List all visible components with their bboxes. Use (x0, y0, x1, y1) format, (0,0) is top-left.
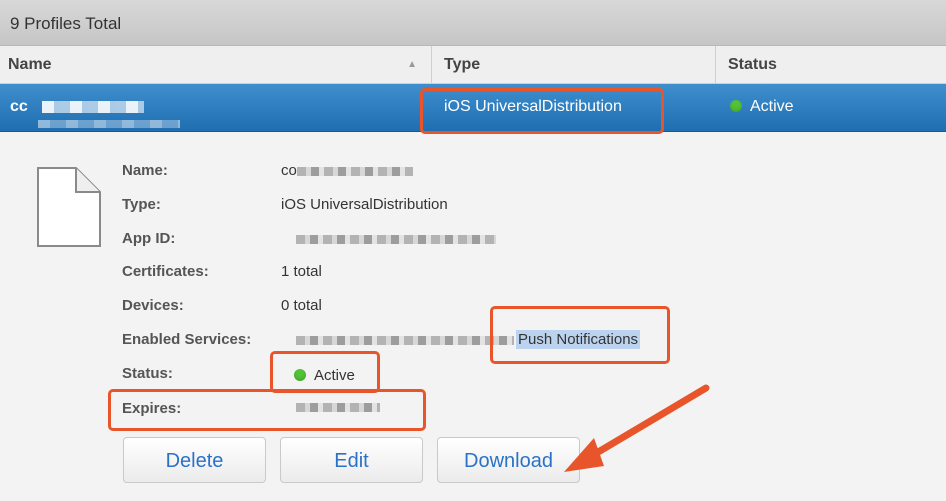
redacted-profile-name (42, 101, 144, 113)
column-name-label: Name (8, 56, 52, 73)
detail-expires-label: Expires: (122, 400, 182, 417)
redacted-app-id (296, 235, 496, 244)
profiles-total-label: 9 Profiles Total (10, 14, 122, 33)
push-notifications-highlight: Push Notifications (516, 330, 641, 349)
column-header-status[interactable]: Status (716, 46, 946, 84)
detail-devices-label: Devices: (122, 297, 184, 314)
table-header: Name ▲ Type Status (0, 46, 946, 84)
column-type-label: Type (444, 56, 481, 73)
profile-status-label: Active (750, 98, 794, 115)
detail-app-id-label: App ID: (122, 230, 176, 247)
detail-type-label: Type: (122, 196, 161, 213)
column-header-type[interactable]: Type (432, 46, 716, 84)
redacted-profile-name-shadow (38, 120, 180, 128)
detail-name-prefix: co (281, 162, 297, 179)
profile-status-cell: Active (730, 98, 794, 116)
detail-type-value: iOS UniversalDistribution (281, 196, 448, 213)
download-button[interactable]: Download (437, 437, 580, 483)
redacted-expires (296, 403, 380, 412)
column-header-name[interactable]: Name ▲ (0, 46, 432, 84)
detail-certificates-label: Certificates: (122, 263, 209, 280)
detail-status-value: Active (294, 367, 355, 384)
redacted-services (296, 336, 514, 345)
sort-ascending-icon[interactable]: ▲ (407, 46, 417, 84)
profiles-summary-bar: 9 Profiles Total (0, 0, 946, 46)
status-dot-icon (730, 100, 742, 112)
edit-button[interactable]: Edit (280, 437, 423, 483)
detail-name-label: Name: (122, 162, 168, 179)
column-status-label: Status (728, 56, 777, 73)
table-row-selected[interactable]: cc iOS UniversalDistribution Active (0, 84, 946, 132)
detail-services-value: Push Notifications (516, 330, 641, 349)
profile-name-cell: cc (10, 98, 28, 116)
detail-certificates-value: 1 total (281, 263, 322, 280)
detail-services-label: Enabled Services: (122, 331, 252, 348)
status-dot-icon (294, 369, 306, 381)
delete-button[interactable]: Delete (123, 437, 266, 483)
profile-name-prefix: cc (10, 98, 28, 115)
profile-type-cell: iOS UniversalDistribution (444, 98, 622, 115)
detail-status-text: Active (314, 367, 355, 384)
detail-name-value: co (281, 162, 297, 179)
detail-status-label: Status: (122, 365, 173, 382)
redacted-detail-name (297, 167, 413, 176)
file-document-icon (37, 167, 101, 247)
detail-devices-value: 0 total (281, 297, 322, 314)
profiles-window: 9 Profiles Total Name ▲ Type Status cc i… (0, 0, 946, 501)
